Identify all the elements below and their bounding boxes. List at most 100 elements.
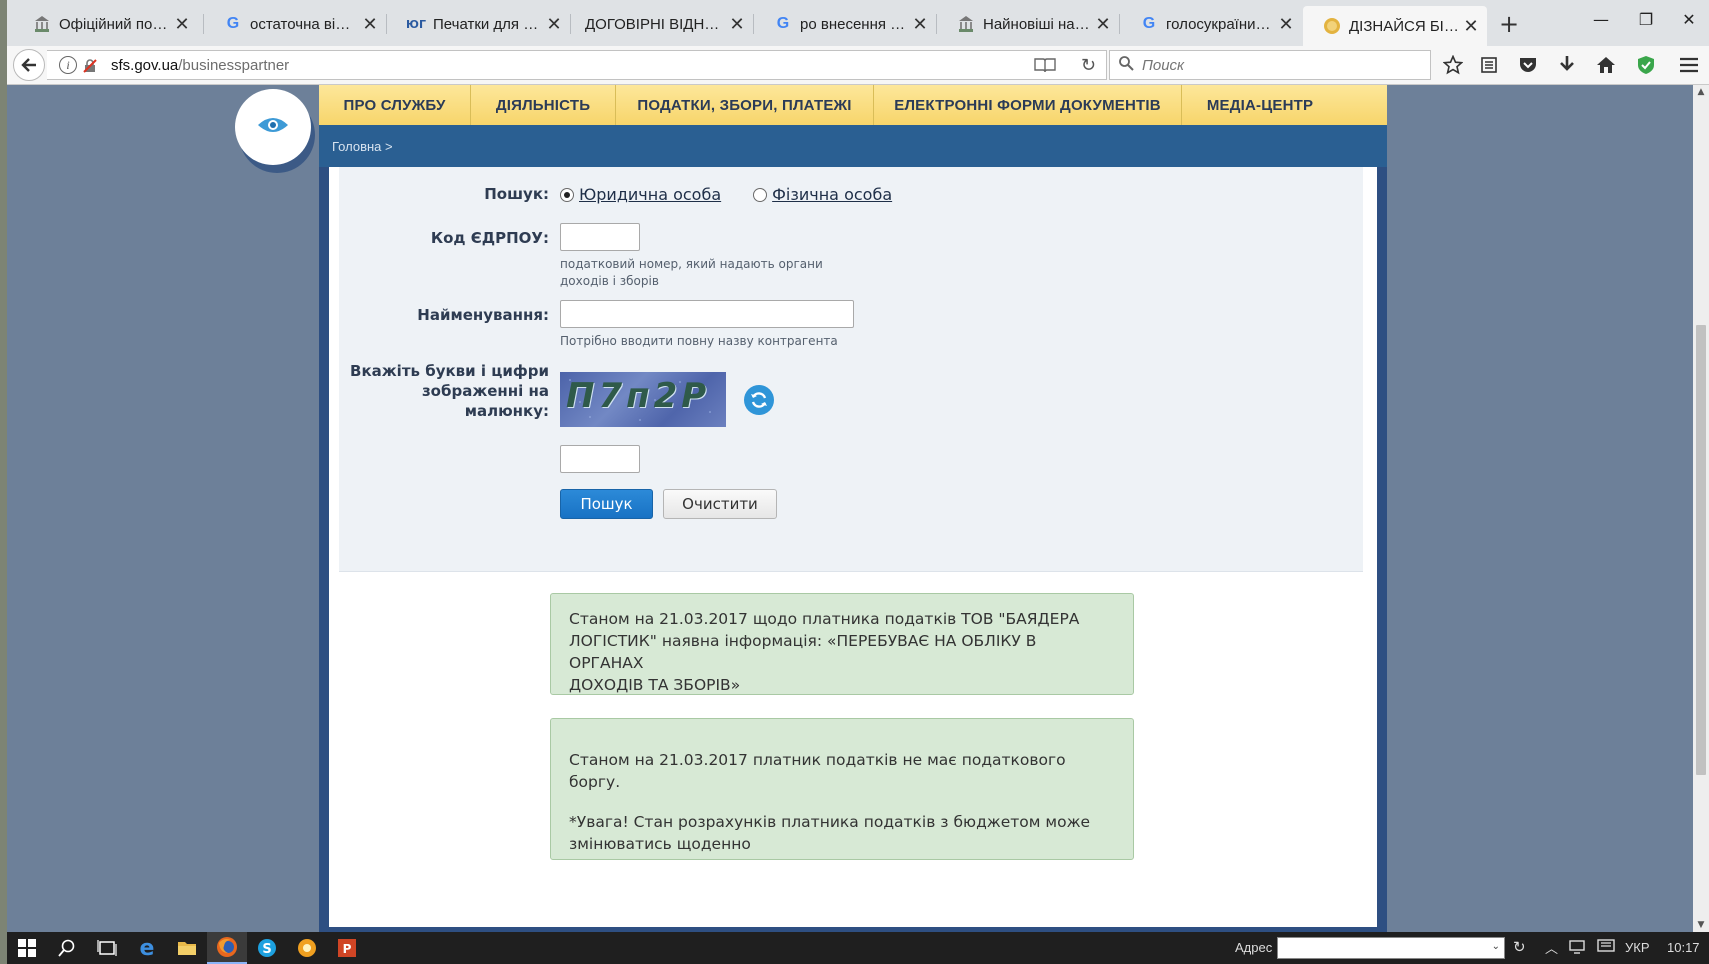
menu-hamburger-icon[interactable] xyxy=(1677,54,1701,76)
warning-line: *Увага! Стан розрахунків платника податк… xyxy=(569,813,1091,831)
downloads-icon[interactable] xyxy=(1555,54,1579,76)
status-line: ЛОГІСТИК" наявна інформація: «ПЕРЕБУВАЄ … xyxy=(569,632,1037,672)
search-box[interactable] xyxy=(1109,50,1431,80)
main-menu: ПРО СЛУЖБУ ДІЯЛЬНІСТЬ ПОДАТКИ, ЗБОРИ, ПЛ… xyxy=(319,85,1387,126)
tab-1[interactable]: Офіційний порт... ✕ xyxy=(13,8,198,40)
tab-3[interactable]: ЮГ Печатки для біз... ✕ xyxy=(387,8,570,40)
insecure-lock-icon[interactable] xyxy=(83,58,97,73)
svg-text:P: P xyxy=(343,942,352,956)
close-tab-icon[interactable]: ✕ xyxy=(908,14,932,35)
address-toolbar-input[interactable]: ⌄ xyxy=(1277,937,1505,959)
close-tab-icon[interactable]: ✕ xyxy=(725,14,749,35)
page-frame: Пошук: Юридична особа Фізична особа Код … xyxy=(319,167,1387,932)
search-button[interactable]: Пошук xyxy=(560,489,653,519)
ug-icon: ЮГ xyxy=(406,17,426,31)
content-area: Пошук: Юридична особа Фізична особа Код … xyxy=(329,167,1377,927)
menu-item-media[interactable]: МЕДІА-ЦЕНТР xyxy=(1182,85,1338,125)
notification-icon[interactable] xyxy=(1597,939,1615,958)
bookmark-star-icon[interactable] xyxy=(1441,54,1465,76)
menu-item-activity[interactable]: ДІЯЛЬНІСТЬ xyxy=(471,85,616,125)
pocket-icon[interactable] xyxy=(1516,54,1540,76)
status-line: Станом на 21.03.2017 щодо платника подат… xyxy=(569,610,1080,628)
tab-label: Найновіші надх... xyxy=(983,15,1091,33)
minimize-icon[interactable]: — xyxy=(1581,10,1621,29)
address-toolbar-label: Адрес xyxy=(1235,940,1273,955)
scroll-thumb[interactable] xyxy=(1696,325,1706,775)
back-arrow-icon[interactable] xyxy=(13,49,45,81)
close-tab-icon[interactable]: ✕ xyxy=(1091,14,1115,35)
google-icon: G xyxy=(1142,15,1156,32)
refresh-icon[interactable]: ↻ xyxy=(1513,938,1526,956)
clear-button[interactable]: Очистити xyxy=(663,489,777,519)
edrpou-hint-line: податковий номер, який надають органи xyxy=(560,257,823,271)
tab-7[interactable]: G голосукраїни - ... ✕ xyxy=(1120,8,1302,40)
status-line: ДОХОДІВ ТА ЗБОРІВ» xyxy=(569,676,741,694)
menu-item-eforms[interactable]: ЕЛЕКТРОННІ ФОРМИ ДОКУМЕНТІВ xyxy=(874,85,1182,125)
address-bar[interactable]: i sfs.gov.ua/businesspartner ↻ xyxy=(47,50,1107,80)
search-type-radio-group: Юридична особа Фізична особа xyxy=(560,185,924,204)
radio-individual[interactable] xyxy=(753,187,768,202)
breadcrumb-bar: Головна > xyxy=(319,125,1387,167)
sfs-favicon-icon xyxy=(957,15,975,33)
scroll-down-icon[interactable]: ▼ xyxy=(1693,920,1709,930)
tab-4[interactable]: ДОГОВІРНІ ВІДНОСИ... ✕ xyxy=(571,8,753,40)
new-tab-plus-icon[interactable]: + xyxy=(1494,10,1524,38)
radio-legal-entity-label[interactable]: Юридична особа xyxy=(579,185,721,204)
app-orange-icon[interactable] xyxy=(287,932,327,964)
close-tab-icon[interactable]: ✕ xyxy=(1274,14,1298,35)
refresh-captcha-icon[interactable] xyxy=(744,385,774,415)
windows-start-icon[interactable] xyxy=(7,932,47,964)
tab-5[interactable]: G ро внесення змі... ✕ xyxy=(754,8,936,40)
powerpoint-icon[interactable]: P xyxy=(327,932,367,964)
chevron-down-icon[interactable]: ⌄ xyxy=(1492,941,1500,952)
navigation-toolbar: i sfs.gov.ua/businesspartner ↻ xyxy=(7,46,1709,85)
close-window-icon[interactable]: ✕ xyxy=(1669,10,1709,29)
edge-browser-icon[interactable]: e xyxy=(127,932,167,964)
registration-status-message: Станом на 21.03.2017 щодо платника подат… xyxy=(550,593,1134,695)
edrpou-input[interactable] xyxy=(560,223,640,251)
chevron-up-icon[interactable]: ︿ xyxy=(1545,938,1558,957)
company-name-input[interactable] xyxy=(560,300,854,328)
scroll-up-icon[interactable]: ▲ xyxy=(1693,87,1709,97)
network-icon[interactable] xyxy=(1569,939,1587,958)
restore-icon[interactable]: ❐ xyxy=(1626,10,1666,29)
close-tab-icon[interactable]: ✕ xyxy=(170,14,194,35)
tab-2[interactable]: G остаточна відмі... ✕ xyxy=(204,8,386,40)
language-indicator[interactable]: УКР xyxy=(1625,940,1650,955)
clock[interactable]: 10:17 xyxy=(1667,940,1700,955)
page-scrollbar[interactable]: ▲ ▼ xyxy=(1693,85,1709,932)
menu-item-taxes[interactable]: ПОДАТКИ, ЗБОРИ, ПЛАТЕЖІ xyxy=(616,85,874,125)
bookmarks-list-icon[interactable] xyxy=(1477,54,1501,76)
tab-label: голосукраїни - ... xyxy=(1166,15,1274,33)
search-form: Пошук: Юридична особа Фізична особа Код … xyxy=(339,167,1363,572)
captcha-label-line: зображенні на малюнку: xyxy=(421,382,549,420)
google-icon: G xyxy=(226,15,240,32)
search-icon[interactable] xyxy=(47,932,87,964)
file-explorer-icon[interactable] xyxy=(167,932,207,964)
captcha-input[interactable] xyxy=(560,445,640,473)
tab-label: ДОГОВІРНІ ВІДНОСИ... xyxy=(585,15,725,33)
shield-icon[interactable] xyxy=(1634,54,1658,76)
radio-individual-label[interactable]: Фізична особа xyxy=(772,185,892,204)
reader-view-icon[interactable] xyxy=(1034,57,1056,77)
close-tab-icon[interactable]: ✕ xyxy=(358,14,382,35)
tab-8-active[interactable]: ДІЗНАЙСЯ БІЛЬ... ✕ xyxy=(1303,6,1487,46)
menu-item-about[interactable]: ПРО СЛУЖБУ xyxy=(319,85,471,125)
breadcrumb[interactable]: Головна > xyxy=(332,139,393,154)
reload-icon[interactable]: ↻ xyxy=(1081,55,1096,76)
skype-icon[interactable]: S xyxy=(247,932,287,964)
site-info-icon[interactable]: i xyxy=(59,56,77,74)
search-input[interactable] xyxy=(1140,55,1414,75)
tab-strip: Офіційний порт... ✕ G остаточна відмі...… xyxy=(7,0,1709,46)
radio-legal-entity[interactable] xyxy=(560,187,574,202)
home-icon[interactable] xyxy=(1594,54,1618,76)
tab-6[interactable]: Найновіші надх... ✕ xyxy=(937,8,1119,40)
windows-taskbar: e S P Адрес ⌄ ↻ ︿ УКР 10:17 xyxy=(7,932,1709,964)
firefox-icon[interactable] xyxy=(207,932,247,964)
task-view-icon[interactable] xyxy=(87,932,127,964)
svg-text:S: S xyxy=(262,942,271,957)
close-tab-icon[interactable]: ✕ xyxy=(1459,16,1483,37)
search-icon xyxy=(1118,55,1134,75)
accessibility-eye-button[interactable] xyxy=(235,89,311,165)
close-tab-icon[interactable]: ✕ xyxy=(542,14,566,35)
